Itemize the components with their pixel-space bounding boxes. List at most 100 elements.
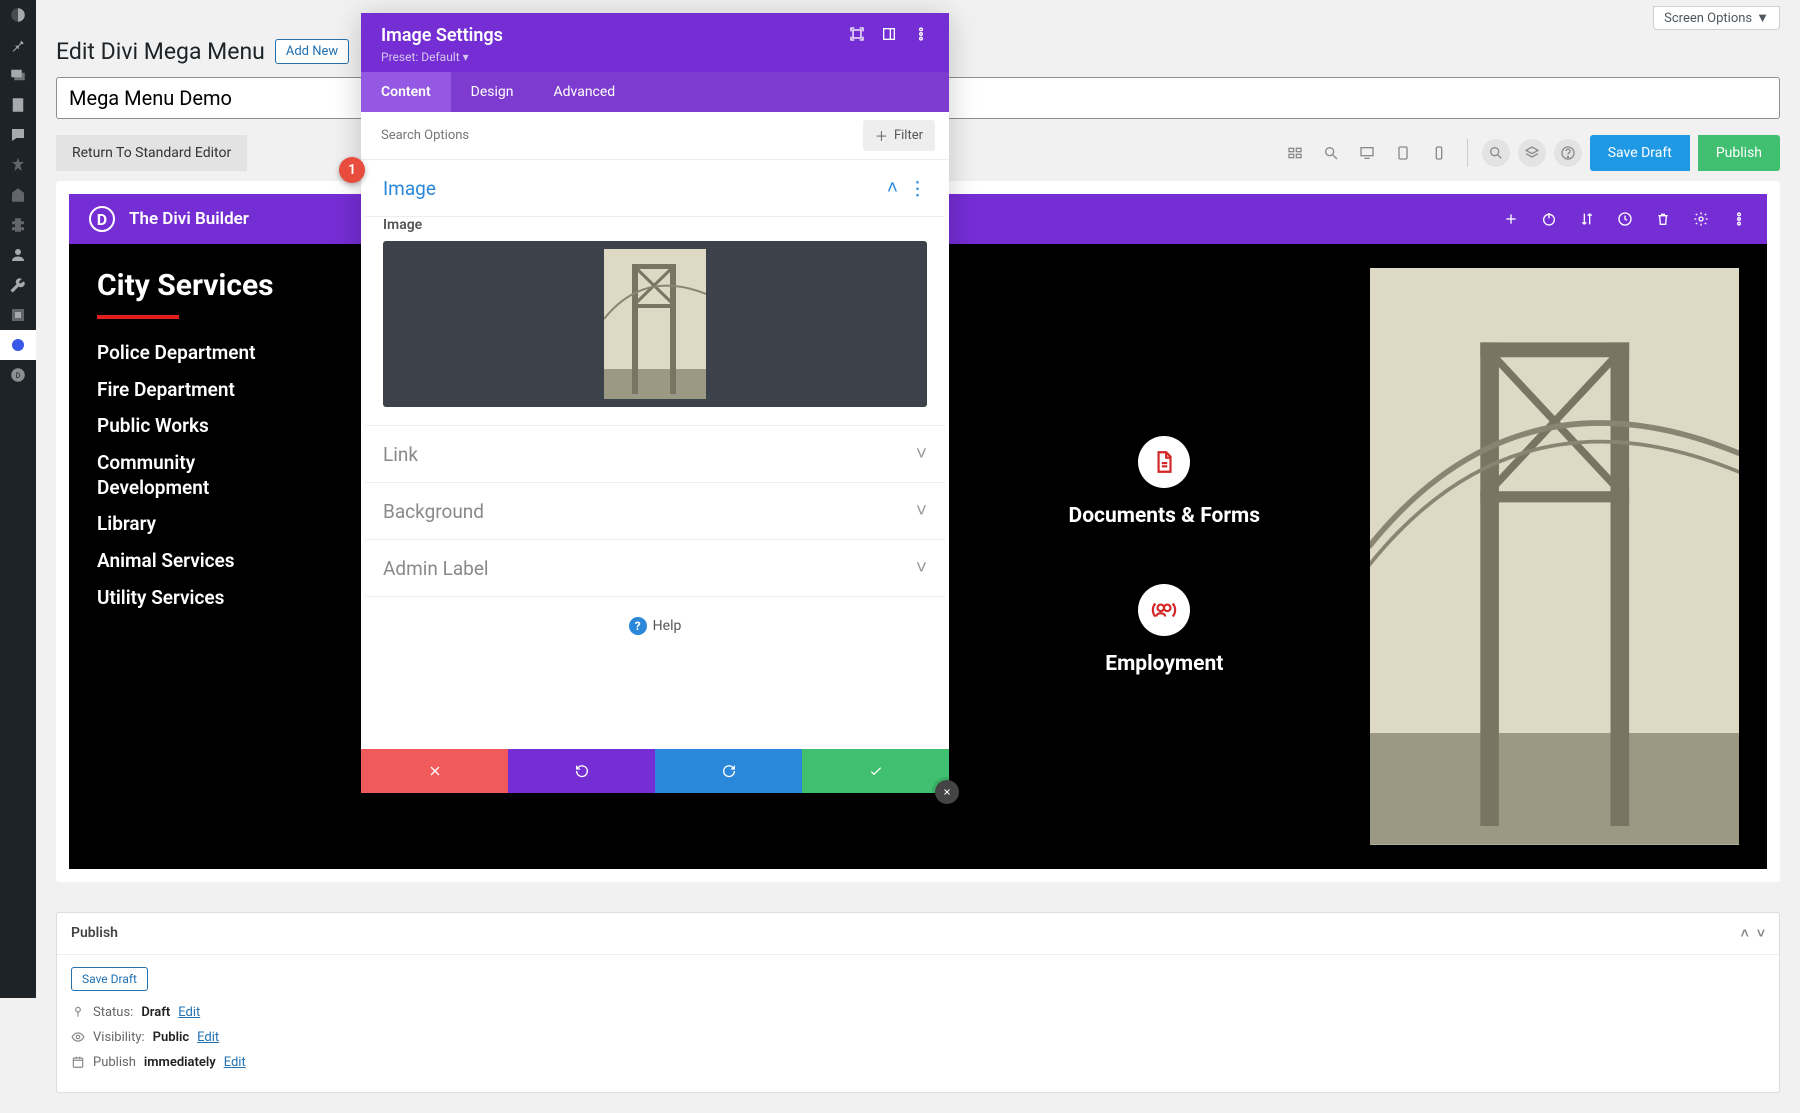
status-edit-link[interactable]: Edit — [178, 1005, 200, 1020]
expand-icon[interactable] — [849, 26, 865, 46]
divider — [1467, 139, 1468, 167]
preview-col-features: Documents & Forms Employment — [959, 268, 1370, 845]
svg-text:D: D — [16, 371, 21, 380]
save-draft-button[interactable]: Save Draft — [71, 967, 148, 991]
wp-sidebar-divi-icon[interactable]: D — [0, 360, 36, 390]
modal-save-button[interactable] — [802, 749, 949, 793]
search-options-input[interactable] — [375, 122, 853, 149]
help-top-icon[interactable] — [1554, 139, 1582, 167]
status-label: Status: — [93, 1005, 133, 1020]
preset-label: Preset: Default — [381, 50, 460, 64]
help-link[interactable]: ? Help — [365, 597, 945, 655]
more-vertical-icon[interactable] — [1731, 211, 1747, 227]
screen-options-label: Screen Options — [1664, 11, 1752, 26]
accordion-link-label: Link — [383, 443, 418, 466]
tab-advanced[interactable]: Advanced — [534, 72, 636, 112]
annotation-badge-1: 1 — [339, 157, 365, 183]
wp-admin-sidebar: D — [0, 0, 36, 998]
bridge-image — [1370, 268, 1739, 845]
wp-sidebar-pin2-icon[interactable] — [0, 150, 36, 180]
layers-icon[interactable] — [1518, 139, 1546, 167]
accordion-background[interactable]: Background ˅ — [365, 483, 945, 540]
dock-icon[interactable] — [881, 26, 897, 46]
schedule-edit-link[interactable]: Edit — [224, 1055, 246, 1070]
publish-panel: Publish ˄ ˅ Save Draft Status: Draft Edi… — [56, 912, 1780, 1093]
tablet-view-icon[interactable] — [1389, 139, 1417, 167]
modal-resize-handle[interactable] — [935, 780, 959, 804]
swap-icon[interactable] — [1579, 211, 1595, 227]
power-icon[interactable] — [1541, 211, 1557, 227]
panel-down-icon[interactable]: ˅ — [1757, 925, 1765, 942]
wp-sidebar-tools-icon[interactable] — [0, 270, 36, 300]
wp-sidebar-appearance-icon[interactable] — [0, 180, 36, 210]
modal-search: ＋ Filter — [361, 112, 949, 160]
wireframe-view-icon[interactable] — [1281, 139, 1309, 167]
wp-sidebar-pin-icon[interactable] — [0, 30, 36, 60]
visibility-edit-link[interactable]: Edit — [197, 1030, 219, 1045]
modal-cancel-button[interactable] — [361, 749, 508, 793]
chevron-down-icon: ˅ — [916, 442, 927, 466]
wp-sidebar-active-icon[interactable] — [0, 330, 36, 360]
preview-col-image — [1370, 268, 1739, 845]
more-vertical-icon[interactable] — [913, 26, 929, 46]
gear-icon[interactable] — [1693, 211, 1709, 227]
schedule-line: Publish immediately Edit — [71, 1055, 1765, 1070]
search-page-icon[interactable] — [1482, 139, 1510, 167]
accordion-image-content: Image — [365, 217, 945, 426]
builder-topbar-right: Save Draft Publish — [1281, 135, 1780, 171]
visibility-line: Visibility: Public Edit — [71, 1030, 1765, 1045]
wp-sidebar-settings-icon[interactable] — [0, 300, 36, 330]
tab-design[interactable]: Design — [451, 72, 534, 112]
status-value: Draft — [141, 1005, 170, 1020]
zoom-icon[interactable] — [1317, 139, 1345, 167]
wp-sidebar-media-icon[interactable] — [0, 60, 36, 90]
chevron-up-icon[interactable]: ˄ — [887, 176, 898, 200]
panel-up-icon[interactable]: ˄ — [1741, 925, 1749, 942]
accordion-background-label: Background — [383, 500, 484, 523]
wp-sidebar-dashboard-icon[interactable] — [0, 0, 36, 30]
add-new-button[interactable]: Add New — [275, 39, 349, 64]
wp-sidebar-users-icon[interactable] — [0, 240, 36, 270]
modal-body: Image ˄ ⋮ Image — [361, 160, 949, 749]
more-vertical-icon[interactable]: ⋮ — [908, 177, 927, 200]
publish-panel-title: Publish — [71, 925, 118, 941]
document-icon — [1138, 436, 1190, 488]
accordion-admin-label[interactable]: Admin Label ˅ — [365, 540, 945, 597]
wp-sidebar-comments-icon[interactable] — [0, 120, 36, 150]
calendar-icon — [71, 1055, 85, 1069]
help-icon: ? — [629, 617, 647, 635]
visibility-label: Visibility: — [93, 1030, 145, 1045]
clock-icon[interactable] — [1617, 211, 1633, 227]
modal-footer — [361, 749, 949, 793]
screen-options-button[interactable]: Screen Options ▼ — [1653, 6, 1780, 30]
accordion-link[interactable]: Link ˅ — [365, 426, 945, 483]
accordion-image[interactable]: Image ˄ ⋮ — [365, 160, 945, 217]
schedule-value: immediately — [144, 1055, 216, 1070]
modal-header: Image Settings Preset: Default ▾ — [361, 13, 949, 72]
add-icon[interactable] — [1503, 211, 1519, 227]
wp-sidebar-pages-icon[interactable] — [0, 90, 36, 120]
save-draft-top-button[interactable]: Save Draft — [1590, 135, 1690, 171]
modal-preset[interactable]: Preset: Default ▾ — [381, 50, 929, 64]
desktop-view-icon[interactable] — [1353, 139, 1381, 167]
status-line: Status: Draft Edit — [71, 1005, 1765, 1020]
mobile-view-icon[interactable] — [1425, 139, 1453, 167]
help-label: Help — [653, 618, 682, 634]
publish-top-button[interactable]: Publish — [1698, 135, 1780, 171]
modal-title: Image Settings — [381, 25, 503, 46]
tab-content[interactable]: Content — [361, 72, 451, 112]
filter-label: Filter — [894, 128, 923, 143]
chevron-down-icon: ▼ — [1756, 10, 1769, 26]
filter-button[interactable]: ＋ Filter — [863, 120, 935, 151]
image-upload-well[interactable] — [383, 241, 927, 407]
chevron-down-icon: ˅ — [916, 499, 927, 523]
modal-redo-button[interactable] — [655, 749, 802, 793]
accordion-image-label: Image — [383, 177, 436, 200]
modal-undo-button[interactable] — [508, 749, 655, 793]
trash-icon[interactable] — [1655, 211, 1671, 227]
wp-sidebar-plugins-icon[interactable] — [0, 210, 36, 240]
title-underline — [97, 315, 179, 319]
plus-icon: ＋ — [875, 126, 888, 145]
return-editor-button[interactable]: Return To Standard Editor — [56, 135, 247, 171]
list-item[interactable]: Community Development — [97, 451, 257, 500]
